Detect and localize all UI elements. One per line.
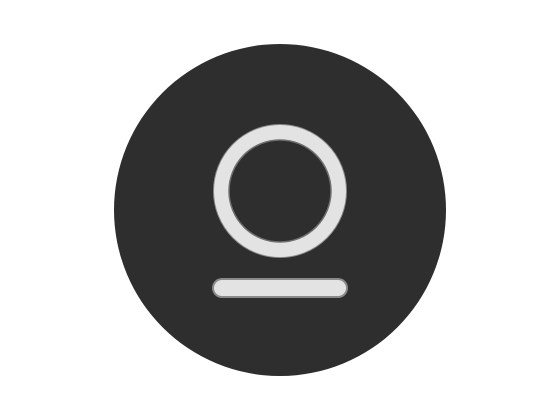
user-account-icon[interactable] <box>0 0 560 420</box>
user-account-icon-graphic <box>114 44 446 376</box>
canvas <box>0 0 560 420</box>
badge-disc <box>114 44 446 376</box>
base-bar <box>214 280 346 296</box>
